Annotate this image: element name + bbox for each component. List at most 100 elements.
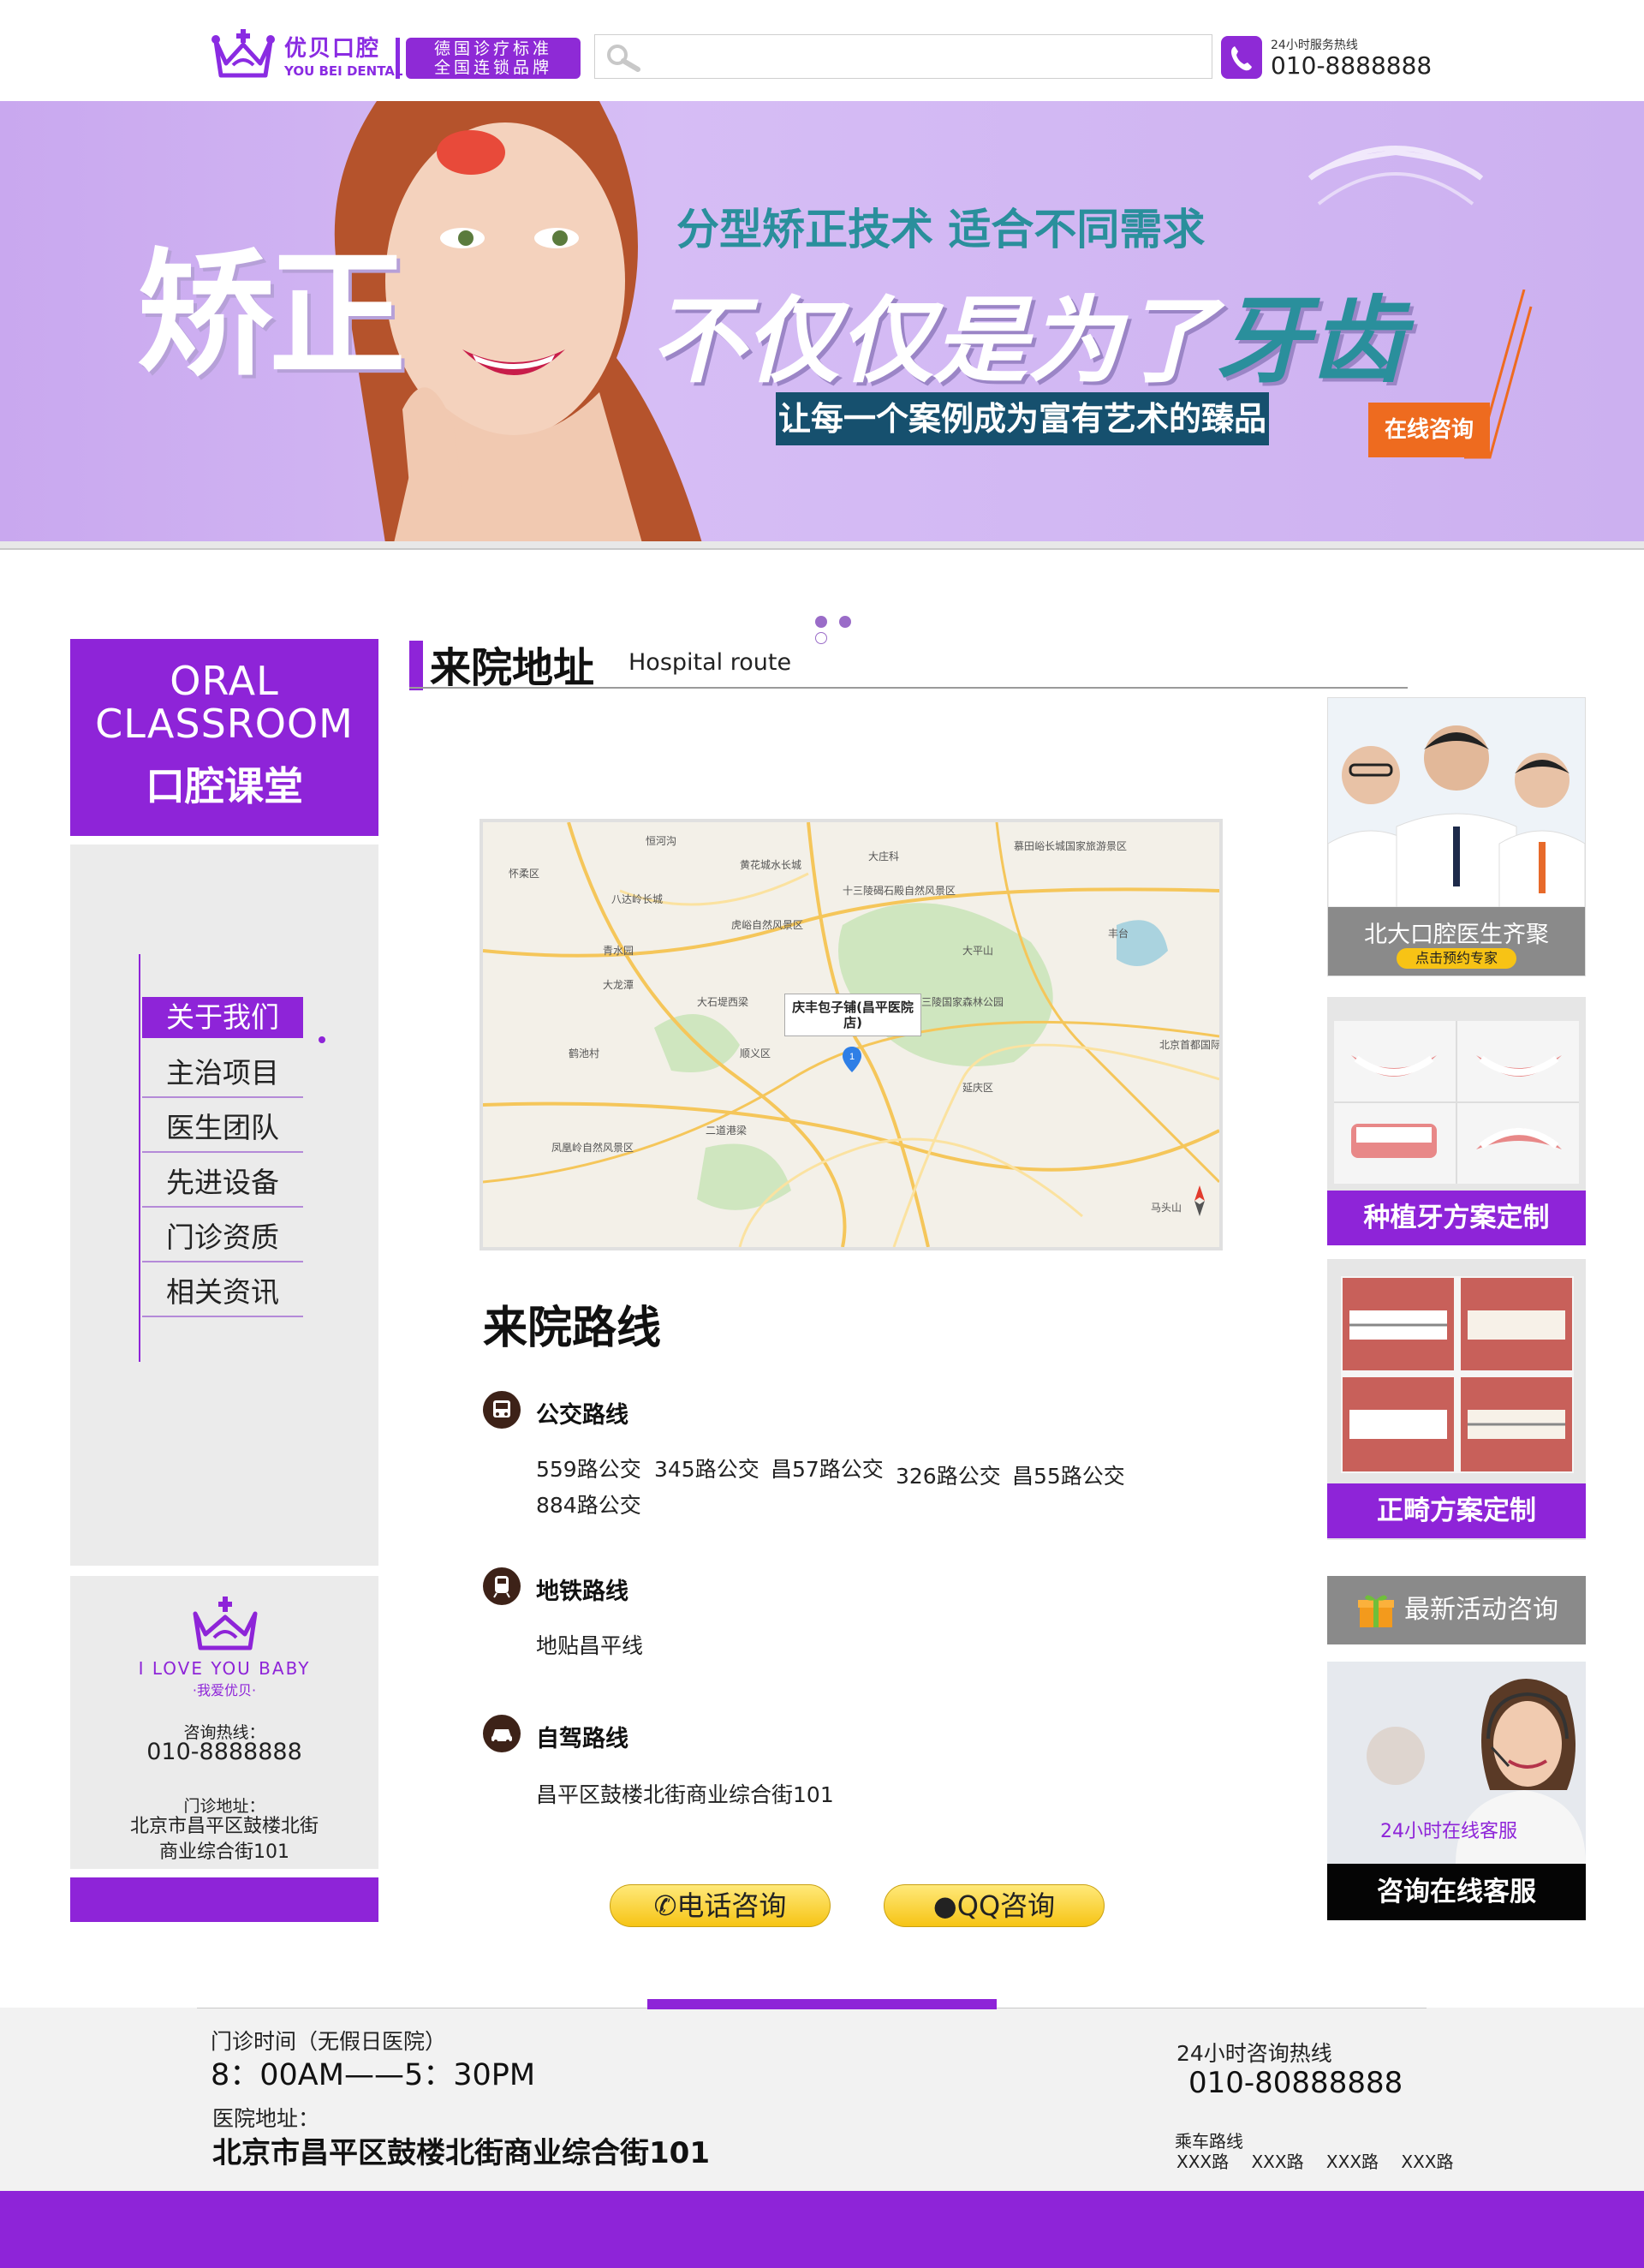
- carousel-dot[interactable]: [815, 616, 827, 628]
- map-location-label: 庆丰包子铺(昌平医院店): [784, 994, 921, 1036]
- qq-consult-button[interactable]: ●QQ咨询: [884, 1884, 1105, 1927]
- map-place-label: 鹤池村: [569, 1047, 599, 1059]
- hotline-number: 010-8888888: [1271, 51, 1433, 80]
- implant-title: 种植牙方案定制: [1327, 1191, 1586, 1245]
- activity-title: 最新活动咨询: [1404, 1595, 1558, 1625]
- sidebar-item-equipment[interactable]: 先进设备: [142, 1158, 303, 1208]
- qq-consult-label: QQ咨询: [956, 1889, 1056, 1922]
- phone-consult-label: 电话咨询: [676, 1889, 787, 1922]
- slogan-line-1: 德国诊疗标准: [433, 39, 552, 58]
- doctors-promo-card[interactable]: 北大口腔医生齐聚 点击预约专家: [1327, 697, 1586, 976]
- section-title-accent: [409, 641, 423, 690]
- title-divider: [409, 687, 1408, 689]
- classroom-title-en: ORAL CLASSROOM: [70, 660, 378, 745]
- map-place-label: 丰台: [1108, 927, 1129, 940]
- map-place-label: 黄花城水长城: [740, 858, 801, 871]
- car-icon: [483, 1715, 521, 1752]
- map-place-label: 八达岭长城: [611, 893, 663, 905]
- search-input[interactable]: [650, 40, 1198, 73]
- map-place-label: 二道港梁: [706, 1124, 747, 1137]
- activity-consult-button[interactable]: 最新活动咨询: [1327, 1576, 1586, 1644]
- hero-banner[interactable]: 矫正 分型矫正技术 适合不同需求 不仅仅是为了牙齿 让每一个案例成为富有艺术的臻…: [0, 101, 1644, 644]
- sidebar-item-doctors[interactable]: 医生团队: [142, 1103, 303, 1153]
- classroom-title-en-line2: CLASSROOM: [95, 701, 354, 747]
- bus-route: 昌55路公交: [1012, 1464, 1125, 1489]
- site-header: 优贝口腔 YOU BEI DENTAL 德国诊疗标准 全国连锁品牌 24小时服务…: [0, 0, 1644, 101]
- footer-address: 北京市昌平区鼓楼北街商业综合街101: [212, 2136, 710, 2170]
- sidebar-item-qualifications[interactable]: 门诊资质: [142, 1213, 303, 1262]
- logo-subtitle: YOU BEI DENTAL: [284, 63, 403, 79]
- implant-promo-card[interactable]: 种植牙方案定制: [1327, 997, 1586, 1245]
- search-icon[interactable]: [604, 42, 645, 73]
- map-pin-icon[interactable]: 1: [843, 1047, 861, 1072]
- classroom-title-zh: 口腔课堂: [146, 763, 303, 809]
- doctors-title: 北大口腔医生齐聚: [1364, 922, 1549, 948]
- clinic-info-card: I LOVE YOU BABY ·我爱优贝· 咨询热线： 010-8888888…: [70, 1576, 378, 1869]
- slogan-line-2: 全国连锁品牌: [433, 58, 552, 77]
- bus-route: 326路公交: [896, 1464, 1001, 1489]
- nav-vertical-line: [139, 954, 140, 1362]
- info-address: 北京市昌平区鼓楼北街商业综合街101: [129, 1816, 319, 1863]
- map-place-label: 大平山: [962, 945, 993, 957]
- banner-main-text-accent: 牙齿: [1216, 286, 1404, 396]
- map-place-label: 十三陵国家森林公园: [911, 995, 1004, 1008]
- sidebar-item-news[interactable]: 相关资讯: [142, 1268, 303, 1317]
- bus-route: 345路公交: [654, 1457, 759, 1482]
- info-slogan-zh: ·我爱优贝·: [192, 1682, 257, 1698]
- book-expert-button[interactable]: 点击预约专家: [1397, 948, 1516, 969]
- aligner-image: [1307, 146, 1484, 206]
- map-place-label: 北京首都国际机场: [1159, 1039, 1219, 1051]
- location-map[interactable]: 恒河沟 慕田峪长城国家旅游景区 黄花城水长城 大庄科 十三陵碣石殿自然风景区 八达岭长城虎…: [480, 819, 1223, 1250]
- map-place-label: 延庆区: [962, 1082, 993, 1094]
- online-consult-button[interactable]: 在线咨询: [1368, 403, 1490, 457]
- svg-text:1: 1: [849, 1052, 855, 1062]
- logo-divider: [396, 38, 400, 79]
- map-place-label: 大庄科: [868, 850, 899, 862]
- online-service-card[interactable]: 24小时在线客服 咨询在线客服: [1327, 1662, 1586, 1920]
- oral-classroom-card: ORAL CLASSROOM 口腔课堂: [70, 639, 378, 836]
- implant-images: [1334, 1021, 1579, 1184]
- orthodontic-title: 正畸方案定制: [1327, 1483, 1586, 1538]
- phone-icon: ✆: [653, 1889, 677, 1922]
- nav-active-dot: [319, 1036, 325, 1043]
- crown-icon: [193, 1597, 258, 1650]
- subway-icon: [483, 1567, 521, 1605]
- bus-route: 884路公交: [536, 1493, 641, 1518]
- banner-subheadline: 分型矫正技术 适合不同需求: [676, 205, 1206, 254]
- info-address-label: 门诊地址：: [183, 1797, 265, 1816]
- map-place-label: 青水园: [603, 945, 634, 957]
- map-place-label: 怀柔区: [509, 868, 539, 880]
- banner-bottom-border: [0, 541, 1644, 550]
- footer-hotline-label: 24小时咨询热线: [1176, 2041, 1332, 2066]
- gift-icon: [1358, 1595, 1394, 1627]
- map-place-label: 顺义区: [740, 1047, 771, 1059]
- carousel-dot-active[interactable]: [815, 632, 827, 644]
- crown-icon: [211, 29, 275, 78]
- bus-icon: [483, 1391, 521, 1429]
- sidebar-item-about[interactable]: 关于我们: [142, 997, 303, 1038]
- orthodontic-promo-card[interactable]: 正畸方案定制: [1327, 1259, 1586, 1540]
- banner-tagline: 让每一个案例成为富有艺术的臻品: [776, 392, 1269, 445]
- map-place-label: 慕田峪长城国家旅游景区: [1014, 839, 1127, 852]
- bus-route-heading: 公交路线: [536, 1402, 628, 1429]
- orthodontic-images: [1341, 1276, 1574, 1473]
- doctors-caption-bar: 北大口腔医生齐聚 点击预约专家: [1328, 907, 1585, 976]
- map-place-label: 恒河沟: [646, 835, 676, 847]
- banner-main-text-white: 不仅仅是为了: [651, 286, 1216, 396]
- brand-logo[interactable]: 优贝口腔 YOU BEI DENTAL: [209, 26, 402, 84]
- logo-name: 优贝口腔: [284, 36, 381, 62]
- carousel-dots[interactable]: [815, 615, 880, 644]
- map-place-label: 大石堤西梁: [697, 995, 748, 1008]
- site-footer: 门诊时间（无假日医院） 8：00AM——5：30PM 医院地址： 北京市昌平区鼓…: [0, 1999, 1644, 2191]
- sidebar-item-treatments[interactable]: 主治项目: [142, 1048, 303, 1098]
- service-24h-badge: 24小时在线客服: [1380, 1821, 1517, 1842]
- search-box[interactable]: [594, 34, 1212, 79]
- carousel-dot[interactable]: [839, 616, 851, 628]
- bus-route: 559路公交: [536, 1457, 641, 1482]
- footer-address-label: 医院地址：: [212, 2106, 320, 2131]
- online-service-title[interactable]: 咨询在线客服: [1327, 1864, 1586, 1920]
- compass-icon[interactable]: [1188, 1184, 1211, 1218]
- phone-consult-button[interactable]: ✆电话咨询: [610, 1884, 831, 1927]
- footer-accent-bar: [647, 1999, 997, 2009]
- subway-route-text: 地贴昌平线: [536, 1633, 644, 1658]
